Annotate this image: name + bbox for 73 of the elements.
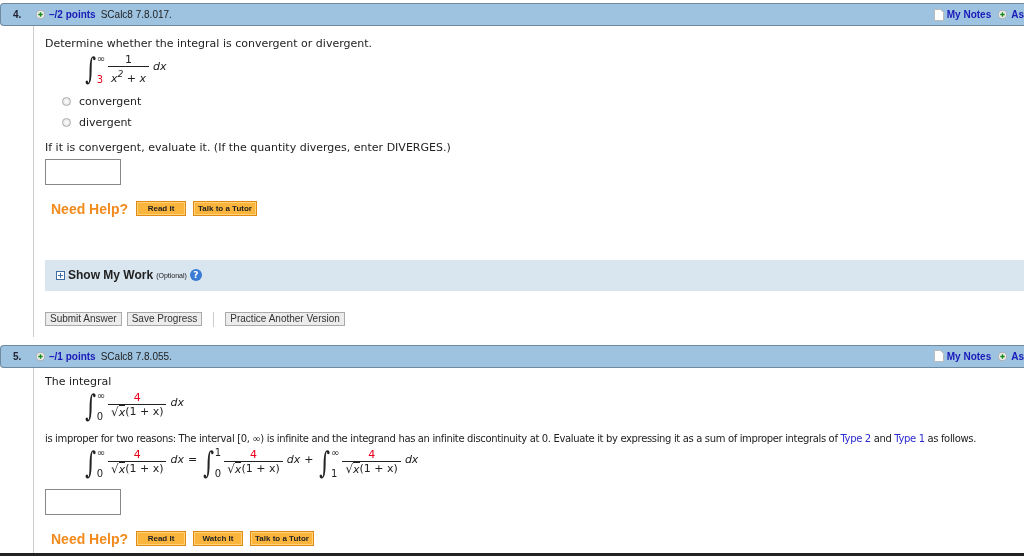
numerator: 4 [132, 391, 142, 405]
points-link[interactable]: –/2 points [49, 9, 96, 20]
answer-field[interactable] [45, 158, 121, 185]
prompt-text: The integral [45, 374, 112, 389]
points-link[interactable]: –/1 points [49, 350, 96, 362]
operator: = [187, 453, 198, 467]
numerator: 4 [132, 448, 142, 462]
help-button[interactable]: Watch It [193, 531, 243, 547]
radio-button[interactable] [62, 118, 71, 128]
plus-icon[interactable] [998, 10, 1008, 19]
question-number: 5. [13, 350, 23, 362]
need-help-label: Need Help? [51, 530, 128, 547]
differential: dx [170, 396, 184, 410]
integral-sign: ∫ [319, 447, 331, 478]
lower-limit: 0 [96, 410, 104, 422]
denominator: √x(1 + x) [111, 462, 164, 478]
numerator: 1 [124, 53, 133, 66]
ask-link[interactable]: As [1011, 9, 1024, 20]
help-button[interactable]: Talk to a Tutor [193, 201, 257, 217]
prompt-text: is improper for two reasons: The interval [0, ∞) is infinite and the integrand has an infinite discontinuity at 0. Evaluate it by expressing it as a sum of improper integrals of Type 2 and Type 1 as follows. [45, 431, 977, 446]
upper-limit: ∞ [96, 53, 105, 65]
operator: + [304, 453, 314, 467]
type-link[interactable]: Type 1 [894, 432, 925, 444]
practice-button[interactable]: Practice Another Version [225, 312, 345, 327]
prompt-text: If it is convergent, evaluate it. (If the quantity diverges, enter DIVERGES.) [45, 140, 451, 155]
lower-limit: 0 [96, 467, 104, 479]
action-button[interactable]: Save Progress [126, 312, 203, 327]
integral-sign: ∫ [85, 390, 97, 421]
denominator: √x(1 + x) [111, 405, 164, 421]
plus-icon[interactable] [36, 351, 45, 361]
question-code: SCalc8 7.8.017. [100, 9, 172, 20]
option-label: convergent [79, 94, 142, 109]
type-link[interactable]: Type 2 [840, 432, 871, 444]
my-notes-link[interactable]: My Notes [946, 350, 992, 362]
upper-limit: ∞ [331, 446, 340, 458]
question-number: 4. [13, 9, 23, 20]
expand-icon[interactable] [56, 270, 65, 280]
integral-sign: ∫ [85, 447, 97, 478]
document-icon[interactable] [933, 350, 944, 363]
denominator: x$^{2}$ + x [111, 67, 147, 86]
upper-limit: 1 [214, 446, 222, 458]
plus-icon[interactable] [998, 351, 1008, 361]
upper-limit: ∞ [96, 389, 105, 401]
numerator: 4 [367, 448, 377, 462]
help-button[interactable]: Read It [136, 531, 186, 547]
my-notes-link[interactable]: My Notes [946, 9, 992, 20]
integral-sign: ∫ [203, 447, 215, 478]
action-button[interactable]: Submit Answer [45, 312, 122, 327]
plus-icon[interactable] [36, 10, 45, 19]
lower-limit: 1 [331, 467, 339, 479]
differential: dx [404, 453, 419, 467]
integral-sign: ∫ [85, 54, 97, 85]
lower-limit: 0 [214, 467, 222, 479]
help-button[interactable]: Read It [136, 201, 186, 217]
denominator: √x(1 + x) [227, 462, 280, 478]
upper-limit: ∞ [96, 446, 105, 458]
ask-link[interactable]: As [1011, 350, 1024, 362]
lower-limit: 3 [96, 74, 104, 86]
document-icon[interactable] [933, 8, 944, 21]
option-label: divergent [79, 115, 132, 130]
help-icon[interactable]: ? [189, 269, 202, 282]
prompt-text: Determine whether the integral is convergent or divergent. [45, 37, 372, 51]
show-work-title[interactable]: Show My Work [68, 268, 154, 283]
radio-button[interactable] [62, 97, 71, 107]
denominator: √x(1 + x) [345, 462, 398, 478]
numerator: 4 [248, 448, 258, 462]
question-code: SCalc8 7.8.055. [100, 350, 172, 362]
answer-field[interactable] [45, 488, 121, 515]
differential: dx [170, 453, 184, 467]
need-help-label: Need Help? [51, 200, 128, 217]
differential: dx [153, 59, 167, 73]
help-button[interactable]: Talk to a Tutor [250, 531, 314, 547]
differential: dx [286, 453, 301, 467]
